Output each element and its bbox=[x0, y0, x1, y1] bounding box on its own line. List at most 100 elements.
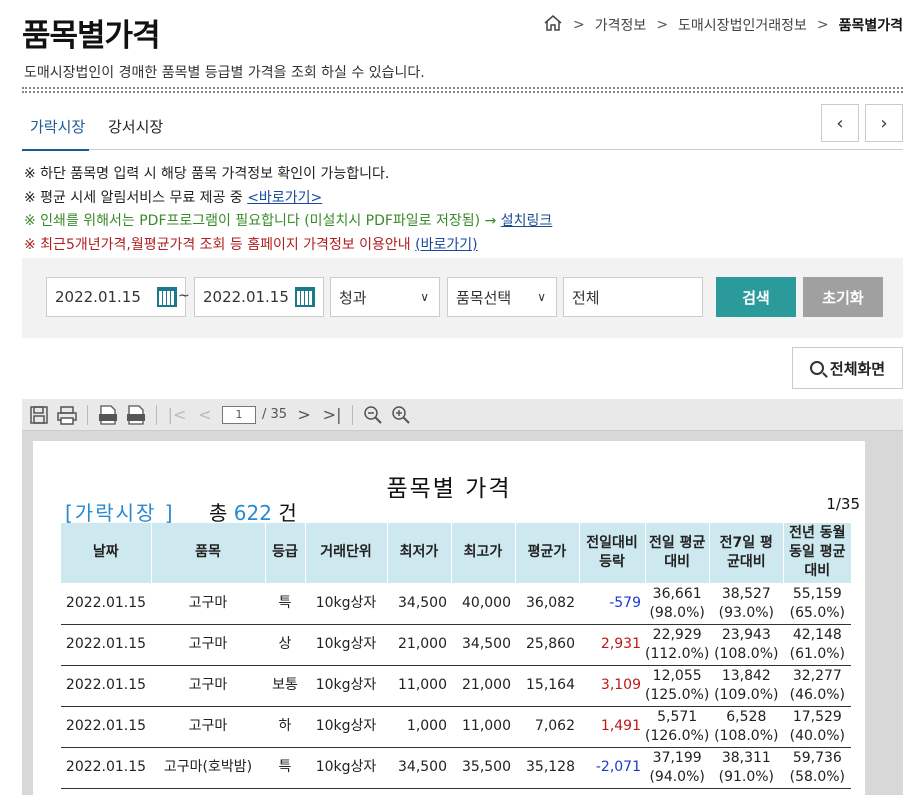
report-page-number: 1/35 bbox=[826, 495, 860, 513]
cell-prev1-percent: (125.0%) bbox=[645, 686, 710, 703]
total-count: 622 bbox=[233, 501, 272, 525]
notice-item: ※ 최근5개년가격,월평균가격 조회 등 홈페이지 가격정보 이용안내 (바로가… bbox=[24, 234, 552, 258]
cell-grade: 상 bbox=[265, 624, 305, 666]
cell-prevy: 55,159 (65.0%) bbox=[783, 583, 852, 625]
cell-item: 고구마 bbox=[151, 706, 265, 748]
notice-item: ※ 평균 시세 알림서비스 무료 제공 중 <바로가기> bbox=[24, 187, 552, 211]
chevron-left-icon: ‹ bbox=[836, 112, 844, 134]
breadcrumb-item-price-info[interactable]: 가격정보 bbox=[595, 15, 647, 35]
search-button[interactable]: 검색 bbox=[716, 277, 796, 317]
price-table: 날짜 품목 등급 거래단위 최저가 최고가 평균가 전일대비 등락 전일 평균대… bbox=[61, 523, 852, 789]
cell-item: 고구마(호박밤) bbox=[151, 747, 265, 789]
cell-prev7-percent: (108.0%) bbox=[714, 727, 779, 744]
page-number-input[interactable]: 1 bbox=[222, 405, 256, 424]
cell-prev1: 5,571 (126.0%) bbox=[645, 706, 710, 748]
pdf-export-icon[interactable] bbox=[97, 404, 119, 426]
breadcrumb-item-current: 품목별가격 bbox=[838, 18, 903, 34]
notice-item: ※ 인쇄를 위해서는 PDF프로그램이 필요합니다 (미설치시 PDF파일로 저… bbox=[24, 210, 552, 234]
page-description: 도매시장법인이 경매한 품목별 등급별 가격을 조회 하실 수 있습니다. bbox=[24, 65, 425, 81]
fullscreen-label: 전체화면 bbox=[829, 359, 886, 378]
col-prevy-label: 전년 동월동일 평균대비 bbox=[789, 525, 846, 580]
report-page: 품목별 가격 [가락시장 ] 총 622 건 1/35 날짜 품목 등급 거래단… bbox=[33, 441, 865, 795]
cell-unit: 10kg상자 bbox=[305, 706, 387, 748]
prev-button[interactable]: ‹ bbox=[821, 104, 859, 142]
cell-grade: 하 bbox=[265, 706, 305, 748]
calendar-icon[interactable] bbox=[295, 287, 315, 307]
total-prefix: 총 bbox=[209, 501, 228, 525]
table-row: 2022.01.15 고구마 특 10kg상자 34,500 40,000 36,082 -5… bbox=[61, 583, 852, 625]
cell-min: 34,500 bbox=[387, 747, 451, 789]
item-select-value: 품목선택 bbox=[456, 288, 512, 307]
breadcrumb-item-wholesale[interactable]: 도매시장법인거래정보 bbox=[678, 15, 807, 35]
date-to-value: 2022.01.15 bbox=[203, 288, 289, 306]
cell-prevy-value: 55,159 bbox=[792, 585, 842, 602]
next-button[interactable]: › bbox=[865, 104, 903, 142]
cell-prevy-value: 32,277 bbox=[792, 667, 842, 684]
xls-export-icon[interactable] bbox=[125, 404, 147, 426]
print-icon[interactable] bbox=[56, 404, 78, 426]
cell-prev1: 36,661 (98.0%) bbox=[645, 583, 710, 625]
cell-date: 2022.01.15 bbox=[61, 665, 151, 707]
cell-grade: 보통 bbox=[265, 665, 305, 707]
keyword-input[interactable]: 전체 bbox=[563, 277, 703, 317]
fullscreen-button[interactable]: 전체화면 bbox=[792, 347, 903, 389]
col-avg: 평균가 bbox=[515, 523, 580, 584]
cell-prev7-value: 13,842 bbox=[721, 667, 771, 684]
cell-prev7-value: 38,527 bbox=[721, 585, 771, 602]
table-row: 2022.01.15 고구마 상 10kg상자 21,000 34,500 25,860 2,… bbox=[61, 624, 852, 666]
cell-prev1-value: 12,055 bbox=[652, 667, 702, 684]
col-grade: 등급 bbox=[265, 523, 306, 584]
cell-prev7-value: 23,943 bbox=[721, 626, 771, 643]
install-link[interactable]: 설치링크 bbox=[501, 213, 553, 229]
item-select[interactable]: 품목선택 ∨ bbox=[447, 277, 557, 317]
breadcrumb: > 가격정보 > 도매시장법인거래정보 > 품목별가격 bbox=[543, 14, 903, 36]
cell-prev1-percent: (112.0%) bbox=[645, 645, 710, 662]
cell-prev7-value: 38,311 bbox=[721, 749, 771, 766]
cell-min: 1,000 bbox=[387, 706, 451, 748]
cell-prevy-percent: (65.0%) bbox=[789, 604, 846, 621]
col-item: 품목 bbox=[151, 523, 266, 584]
category-select[interactable]: 청과 ∨ bbox=[330, 277, 440, 317]
report-total: 총 622 건 bbox=[209, 497, 297, 526]
chevron-down-icon: ∨ bbox=[537, 290, 546, 304]
cell-prevy-value: 17,529 bbox=[792, 708, 842, 725]
cell-prevy-percent: (46.0%) bbox=[789, 686, 846, 703]
col-prev1-label: 전일 평균대비 bbox=[648, 534, 706, 570]
cell-unit: 10kg상자 bbox=[305, 583, 387, 625]
cell-diff: 1,491 bbox=[579, 706, 645, 748]
cell-prev1-value: 37,199 bbox=[652, 749, 702, 766]
cell-diff: 3,109 bbox=[579, 665, 645, 707]
col-min: 최저가 bbox=[387, 523, 452, 584]
home-icon[interactable] bbox=[543, 14, 563, 36]
cell-prev1: 12,055 (125.0%) bbox=[645, 665, 710, 707]
table-row: 2022.01.15 고구마 보통 10kg상자 11,000 21,000 15,164 3… bbox=[61, 665, 852, 707]
chevron-right-icon: > bbox=[573, 17, 585, 33]
usage-guide-link[interactable]: (바로가기) bbox=[415, 237, 477, 253]
cell-date: 2022.01.15 bbox=[61, 624, 151, 666]
col-diff-label: 전일대비 등락 bbox=[586, 534, 638, 570]
tab-gangseo[interactable]: 강서시장 bbox=[108, 116, 163, 137]
reset-button[interactable]: 초기화 bbox=[803, 277, 883, 317]
date-to-field[interactable]: 2022.01.15 bbox=[194, 277, 324, 317]
last-page-icon[interactable]: >| bbox=[321, 404, 343, 426]
report-market: [가락시장 ] bbox=[65, 501, 175, 525]
zoom-in-icon[interactable] bbox=[390, 404, 412, 426]
first-page-icon[interactable]: |< bbox=[166, 404, 188, 426]
search-icon bbox=[809, 361, 824, 375]
keyword-value: 전체 bbox=[572, 288, 600, 307]
save-icon[interactable] bbox=[28, 404, 50, 426]
cell-prev7-percent: (93.0%) bbox=[718, 604, 775, 621]
next-page-icon[interactable]: > bbox=[293, 404, 315, 426]
chevron-down-icon: ∨ bbox=[420, 290, 429, 304]
cell-prevy-value: 59,736 bbox=[792, 749, 842, 766]
market-tabs: 가락시장 강서시장 ‹ › bbox=[21, 100, 903, 151]
calendar-icon[interactable] bbox=[157, 287, 177, 307]
tab-garak[interactable]: 가락시장 bbox=[21, 116, 90, 151]
search-panel: 2022.01.15 ~ 2022.01.15 청과 ∨ 품목선택 ∨ 전체 검… bbox=[22, 258, 903, 338]
toolbar-divider bbox=[156, 404, 157, 425]
zoom-out-icon[interactable] bbox=[362, 404, 384, 426]
alert-service-link[interactable]: <바로가기> bbox=[247, 190, 322, 206]
prev-page-icon[interactable]: < bbox=[194, 404, 216, 426]
cell-item: 고구마 bbox=[151, 665, 265, 707]
date-from-field[interactable]: 2022.01.15 bbox=[46, 277, 186, 317]
